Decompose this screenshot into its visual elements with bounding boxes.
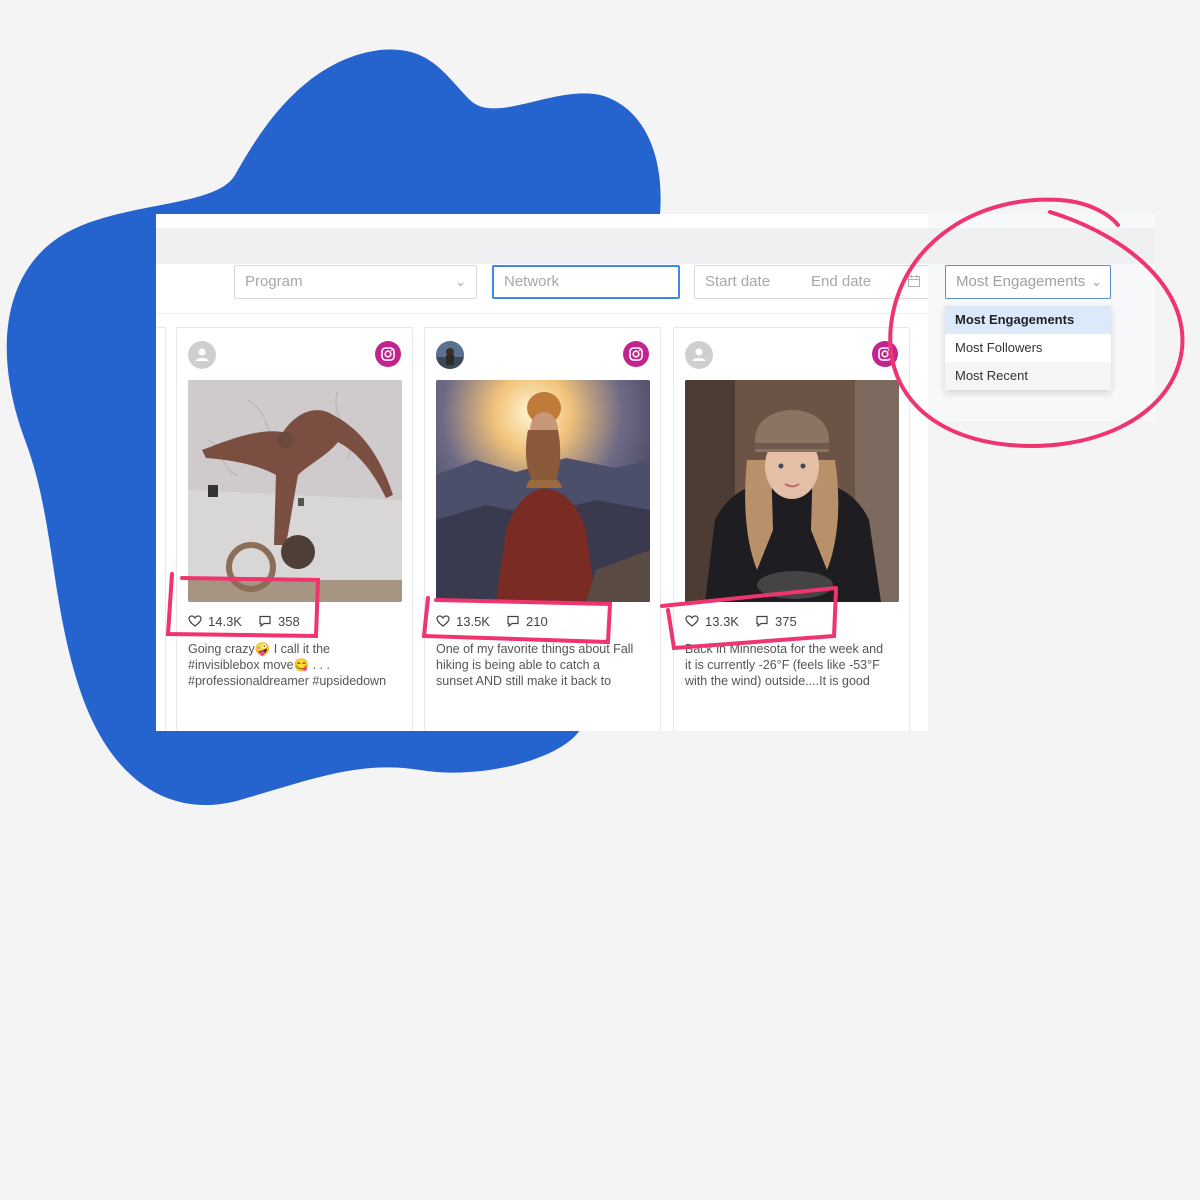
- post-card[interactable]: 13.5K 210 One of my favorite things abou…: [424, 327, 661, 731]
- comments-count: 375: [774, 613, 797, 629]
- instagram-icon[interactable]: [623, 341, 649, 367]
- post-card[interactable]: 13.3K 375 Back in Minnesota for the week…: [673, 327, 910, 731]
- app-panel: Program ⌄ Network Start date End date 14…: [156, 214, 928, 731]
- user-icon: [692, 348, 706, 361]
- network-placeholder: Network: [504, 273, 560, 290]
- comment-icon: [756, 615, 768, 628]
- date-range-picker[interactable]: Start date End date: [694, 265, 928, 299]
- sort-option-most-followers[interactable]: Most Followers: [945, 334, 1111, 362]
- calendar-icon: [908, 275, 920, 287]
- chevron-down-icon: ⌄: [1091, 274, 1102, 289]
- instagram-icon[interactable]: [375, 341, 401, 367]
- user-icon: [195, 348, 209, 361]
- engagement-stats: 13.5K 210: [436, 612, 564, 630]
- post-caption: Going crazy🤪 I call it the #invisiblebox…: [188, 642, 387, 688]
- post-caption: Back in Minnesota for the week and it is…: [685, 642, 884, 688]
- avatar[interactable]: [685, 341, 713, 369]
- comment-icon: [259, 615, 271, 628]
- post-image-handstand[interactable]: [188, 380, 402, 602]
- heart-icon: [188, 615, 202, 627]
- post-image-hiker-sunset[interactable]: [436, 380, 650, 602]
- sort-select[interactable]: Most Engagements ⌄: [945, 265, 1111, 299]
- sort-selected-value: Most Engagements: [956, 273, 1086, 290]
- instagram-icon[interactable]: [872, 341, 898, 367]
- likes-count: 13.3K: [705, 613, 739, 629]
- comment-icon: [507, 615, 519, 628]
- comments-count: 210: [525, 613, 548, 629]
- sort-option-most-engagements[interactable]: Most Engagements: [945, 306, 1111, 334]
- chevron-down-icon: ⌄: [455, 274, 466, 289]
- comments-count: 358: [277, 613, 300, 629]
- avatar[interactable]: [188, 341, 216, 369]
- heart-icon: [685, 615, 699, 627]
- avatar[interactable]: [436, 341, 464, 369]
- post-caption: One of my favorite things about Fall hik…: [436, 642, 634, 688]
- program-select[interactable]: Program ⌄: [234, 265, 477, 299]
- heart-icon: [436, 615, 450, 627]
- program-placeholder: Program: [245, 273, 303, 290]
- sort-dropdown-menu: Most Engagements Most Followers Most Rec…: [945, 306, 1111, 390]
- likes-count: 14.3K: [208, 613, 242, 629]
- divider: [156, 313, 928, 314]
- engagement-stats: 13.3K 375: [685, 612, 813, 630]
- engagement-stats: 14.3K 358: [188, 612, 316, 630]
- previous-card-edge: [156, 327, 166, 731]
- sort-panel: Most Engagements ⌄ Most Engagements Most…: [928, 214, 1155, 421]
- post-image-winter-portrait[interactable]: [685, 380, 899, 602]
- likes-count: 13.5K: [456, 613, 490, 629]
- top-bar: [156, 228, 928, 264]
- avatar-photo: [436, 341, 464, 369]
- post-card[interactable]: 14.3K 358 Going crazy🤪 I call it the #in…: [176, 327, 413, 731]
- end-date-placeholder[interactable]: End date: [811, 266, 871, 298]
- top-bar: [928, 228, 1155, 264]
- network-input[interactable]: Network: [492, 265, 680, 299]
- start-date-placeholder[interactable]: Start date: [705, 273, 770, 290]
- sort-option-most-recent[interactable]: Most Recent: [945, 362, 1111, 390]
